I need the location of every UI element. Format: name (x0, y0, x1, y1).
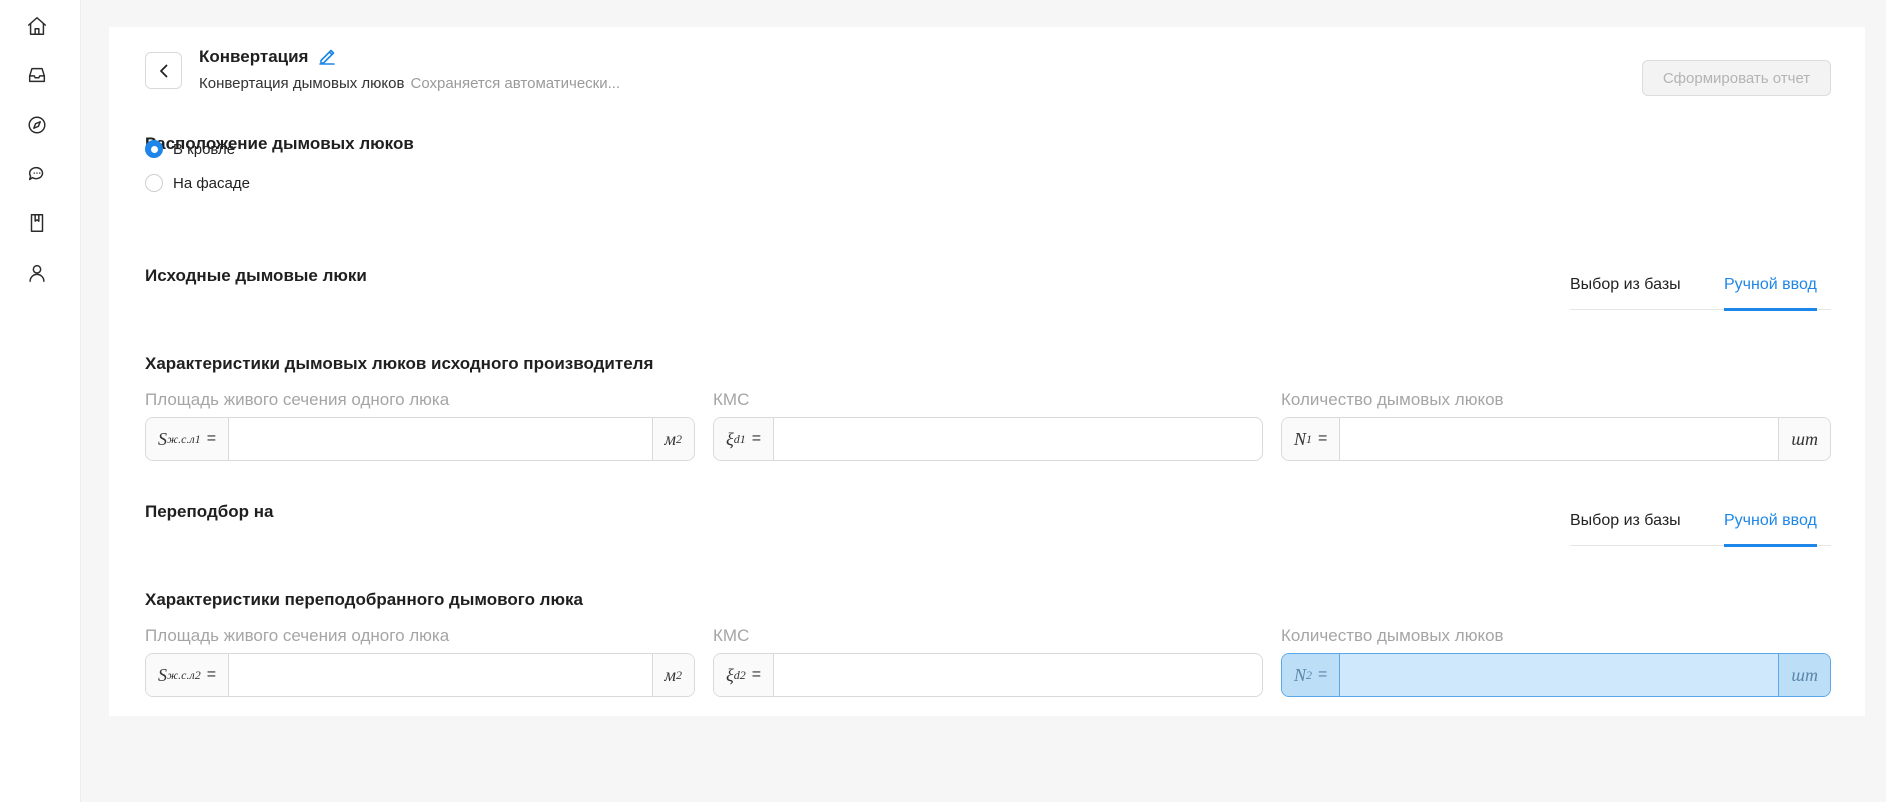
nav-explore[interactable] (23, 111, 51, 139)
source-characteristics-title: Характеристики дымовых люков исходного п… (145, 354, 654, 373)
field-prefix: N 1 = (1282, 418, 1341, 460)
home-icon (28, 17, 46, 35)
generate-report-button[interactable]: Сформировать отчет (1642, 60, 1831, 96)
tab-manual-input[interactable]: Ручной ввод (1724, 272, 1817, 311)
radio-button-checked[interactable] (145, 140, 163, 158)
source-section-title: Исходные дымовые люки (145, 266, 367, 285)
target-kms-input[interactable] (774, 654, 1262, 696)
target-tabs: Выбор из базы Ручной ввод (1570, 508, 1831, 547)
field-label: КМС (713, 626, 750, 645)
autosave-status: Сохраняется автоматически... (410, 75, 621, 92)
tab-select-from-db[interactable]: Выбор из базы (1570, 508, 1681, 546)
target-kms-field: ξ d2 = (713, 653, 1263, 697)
pencil-icon (319, 49, 335, 65)
nav-chat[interactable] (23, 160, 51, 188)
tab-select-from-db[interactable]: Выбор из базы (1570, 272, 1681, 310)
field-unit: м2 (651, 654, 694, 696)
tab-manual-input[interactable]: Ручной ввод (1724, 508, 1817, 547)
field-unit: м2 (651, 418, 694, 460)
source-area-input[interactable] (229, 418, 652, 460)
field-label: Площадь живого сечения одного люка (145, 626, 450, 645)
field-prefix: ξ d2 = (714, 654, 775, 696)
radio-button[interactable] (145, 174, 163, 192)
subtitle: Конвертация дымовых люков Сохраняется авт… (199, 75, 620, 92)
radio-roof[interactable]: В кровле (145, 140, 235, 158)
nav-home[interactable] (23, 12, 51, 40)
source-kms-input[interactable] (774, 418, 1262, 460)
target-section-title: Переподбор на (145, 502, 274, 521)
calculation-name: Конвертация дымовых люков (199, 75, 405, 92)
field-prefix: Sж.с.л2 = (146, 654, 230, 696)
source-kms-field: ξ d1 = (713, 417, 1263, 461)
field-prefix: Sж.с.л1 = (146, 418, 230, 460)
target-count-input[interactable] (1340, 654, 1779, 696)
radio-facade[interactable]: На фасаде (145, 174, 250, 192)
target-area-input[interactable] (229, 654, 652, 696)
field-label: КМС (713, 390, 750, 409)
back-button[interactable] (145, 52, 182, 89)
book-icon (30, 214, 44, 232)
radio-label: На фасаде (173, 174, 250, 192)
field-prefix: N 2 = (1282, 654, 1341, 696)
field-label: Количество дымовых люков (1281, 626, 1504, 645)
target-characteristics-title: Характеристики переподобранного дымового… (145, 590, 583, 609)
inbox-icon (28, 67, 46, 83)
chat-icon (28, 166, 44, 181)
main-card: Конвертация Конвертация дымовых люков Сох… (109, 27, 1865, 716)
target-area-field: Sж.с.л2 = м2 (145, 653, 695, 697)
page-title: Конвертация (199, 47, 309, 66)
field-label: Количество дымовых люков (1281, 390, 1504, 409)
sidebar (0, 0, 81, 802)
target-count-field: N 2 = шт (1281, 653, 1831, 697)
nav-inbox[interactable] (23, 61, 51, 89)
source-tabs: Выбор из базы Ручной ввод (1570, 272, 1831, 311)
source-count-input[interactable] (1340, 418, 1779, 460)
field-label: Площадь живого сечения одного люка (145, 390, 450, 409)
nav-docs[interactable] (23, 209, 51, 237)
chevron-left-icon (159, 64, 167, 77)
nav-profile[interactable] (23, 259, 51, 287)
field-unit: шт (1778, 654, 1830, 696)
edit-title-button[interactable] (318, 47, 336, 65)
radio-label: В кровле (173, 140, 236, 158)
compass-icon (28, 116, 46, 134)
field-unit: шт (1778, 418, 1830, 460)
user-icon (29, 264, 45, 282)
source-count-field: N 1 = шт (1281, 417, 1831, 461)
field-prefix: ξ d1 = (714, 418, 775, 460)
source-area-field: Sж.с.л1 = м2 (145, 417, 695, 461)
